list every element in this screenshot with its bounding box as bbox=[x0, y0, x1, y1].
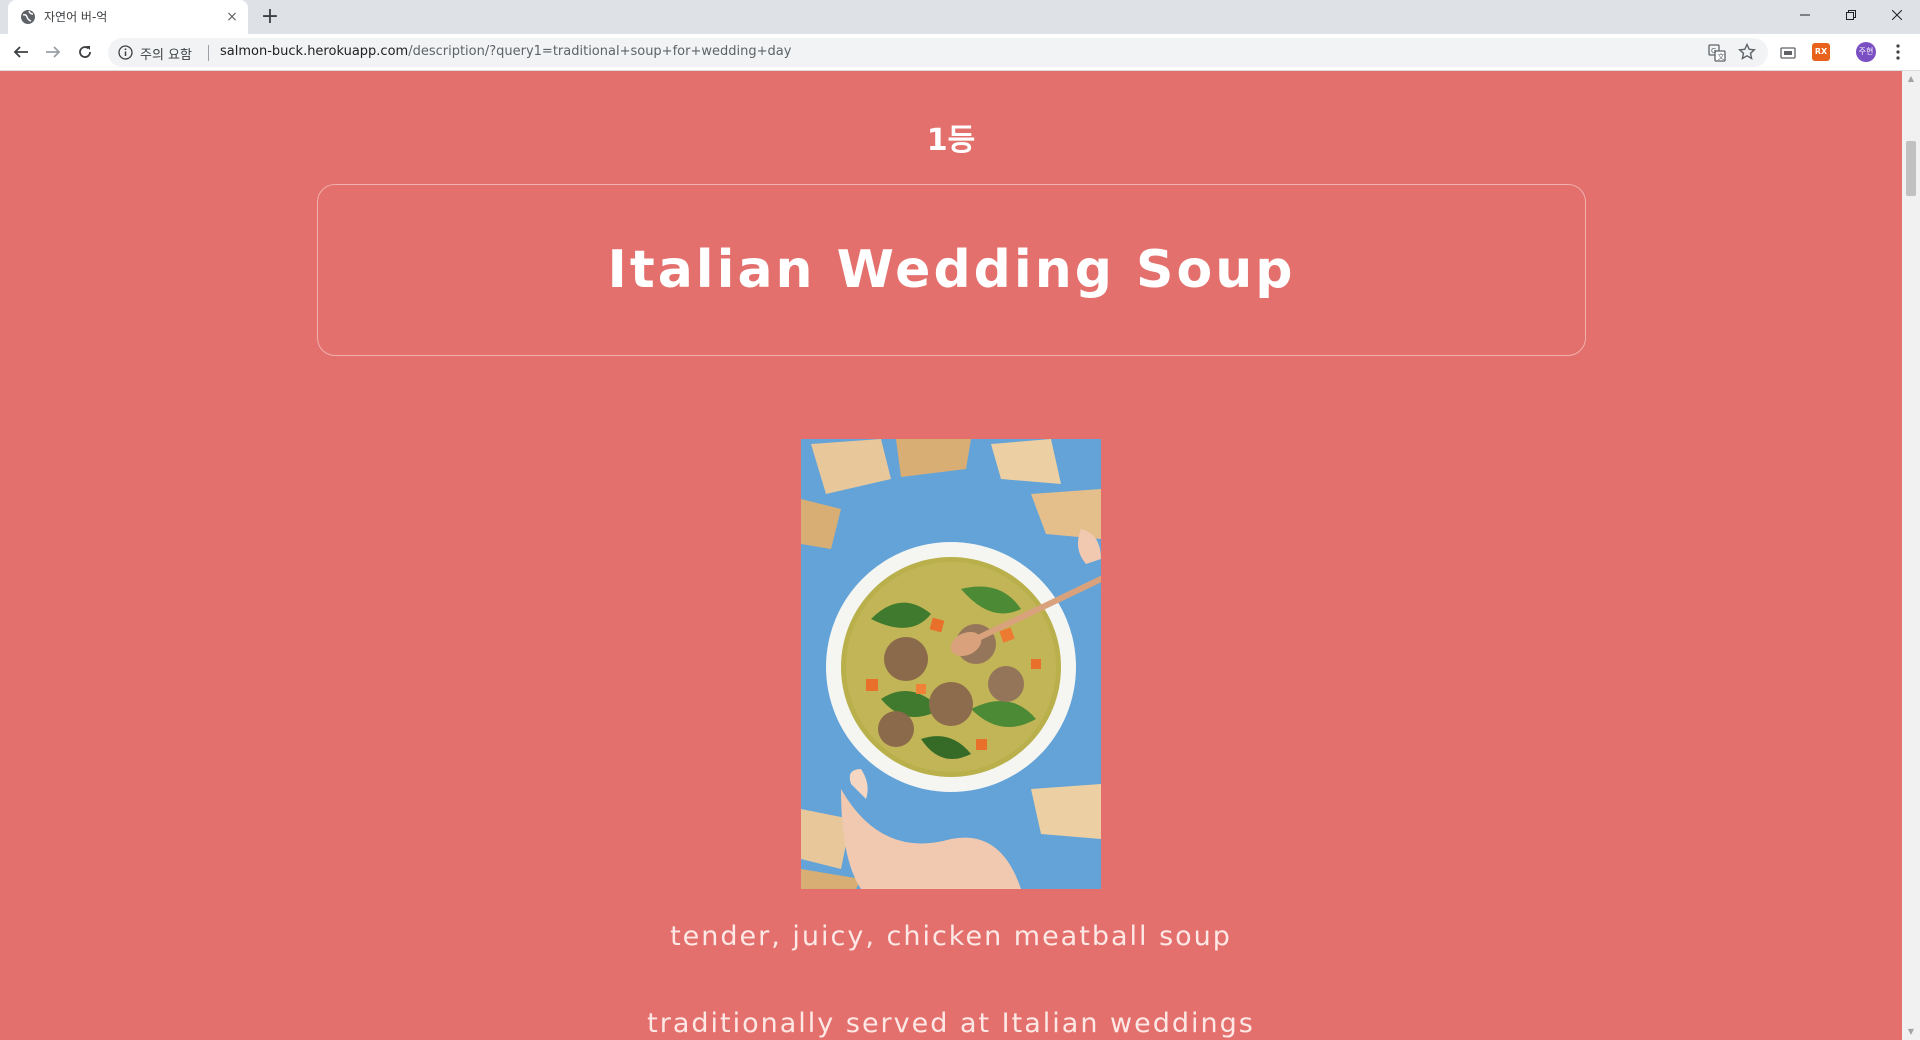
scroll-up-arrow-icon[interactable]: ▲ bbox=[1902, 71, 1920, 87]
svg-text:G: G bbox=[1711, 47, 1716, 55]
new-tab-button[interactable]: + bbox=[256, 6, 284, 28]
address-bar[interactable]: 주의 요함 salmon-buck.herokuapp.com/descript… bbox=[108, 38, 1768, 67]
browser-tab[interactable]: 자연어 버-억 × bbox=[8, 0, 248, 34]
security-warning[interactable]: 주의 요함 bbox=[140, 44, 192, 63]
close-tab-icon[interactable]: × bbox=[224, 9, 240, 25]
svg-text:文: 文 bbox=[1718, 52, 1725, 61]
page-content: 1등 Italian Wedding Soup tender, juicy, c… bbox=[0, 71, 1902, 1040]
star-icon[interactable] bbox=[1737, 42, 1757, 61]
omnibox-divider bbox=[208, 45, 209, 61]
title-card: Italian Wedding Soup bbox=[317, 184, 1586, 356]
browser-toolbar: 주의 요함 salmon-buck.herokuapp.com/descript… bbox=[0, 34, 1920, 71]
description-line-2: traditionally served at Italian weddings bbox=[647, 1008, 1255, 1039]
reload-icon[interactable] bbox=[73, 40, 97, 64]
url-path: /description/?query1=traditional+soup+fo… bbox=[408, 44, 792, 59]
cast-extension-icon[interactable] bbox=[1779, 44, 1797, 62]
avatar[interactable]: 주현 bbox=[1856, 42, 1876, 62]
minimize-icon[interactable] bbox=[1782, 0, 1828, 30]
extension-icon[interactable]: RX bbox=[1812, 43, 1830, 61]
restore-icon[interactable] bbox=[1828, 0, 1874, 30]
url-text[interactable]: salmon-buck.herokuapp.com/description/?q… bbox=[220, 44, 791, 59]
rank-label: 1등 bbox=[926, 123, 976, 158]
soup-photo bbox=[801, 439, 1101, 889]
info-icon[interactable] bbox=[118, 45, 133, 60]
scroll-down-arrow-icon[interactable]: ▼ bbox=[1902, 1024, 1920, 1040]
arrow-left-icon[interactable] bbox=[9, 40, 33, 64]
globe-icon bbox=[20, 9, 36, 25]
tab-title: 자연어 버-억 bbox=[44, 10, 108, 24]
arrow-right-icon[interactable] bbox=[41, 40, 65, 64]
description-line-1: tender, juicy, chicken meatball soup bbox=[670, 921, 1232, 952]
page-title: Italian Wedding Soup bbox=[607, 240, 1296, 300]
close-window-icon[interactable] bbox=[1874, 0, 1920, 30]
tab-strip: 자연어 버-억 × + bbox=[0, 0, 1920, 34]
page-scrollbar[interactable]: ▲ ▼ bbox=[1902, 71, 1920, 1040]
translate-icon[interactable]: G文 bbox=[1708, 44, 1726, 62]
scrollbar-thumb[interactable] bbox=[1906, 141, 1916, 196]
more-vert-icon[interactable] bbox=[1888, 42, 1908, 62]
url-host: salmon-buck.herokuapp.com bbox=[220, 44, 409, 59]
